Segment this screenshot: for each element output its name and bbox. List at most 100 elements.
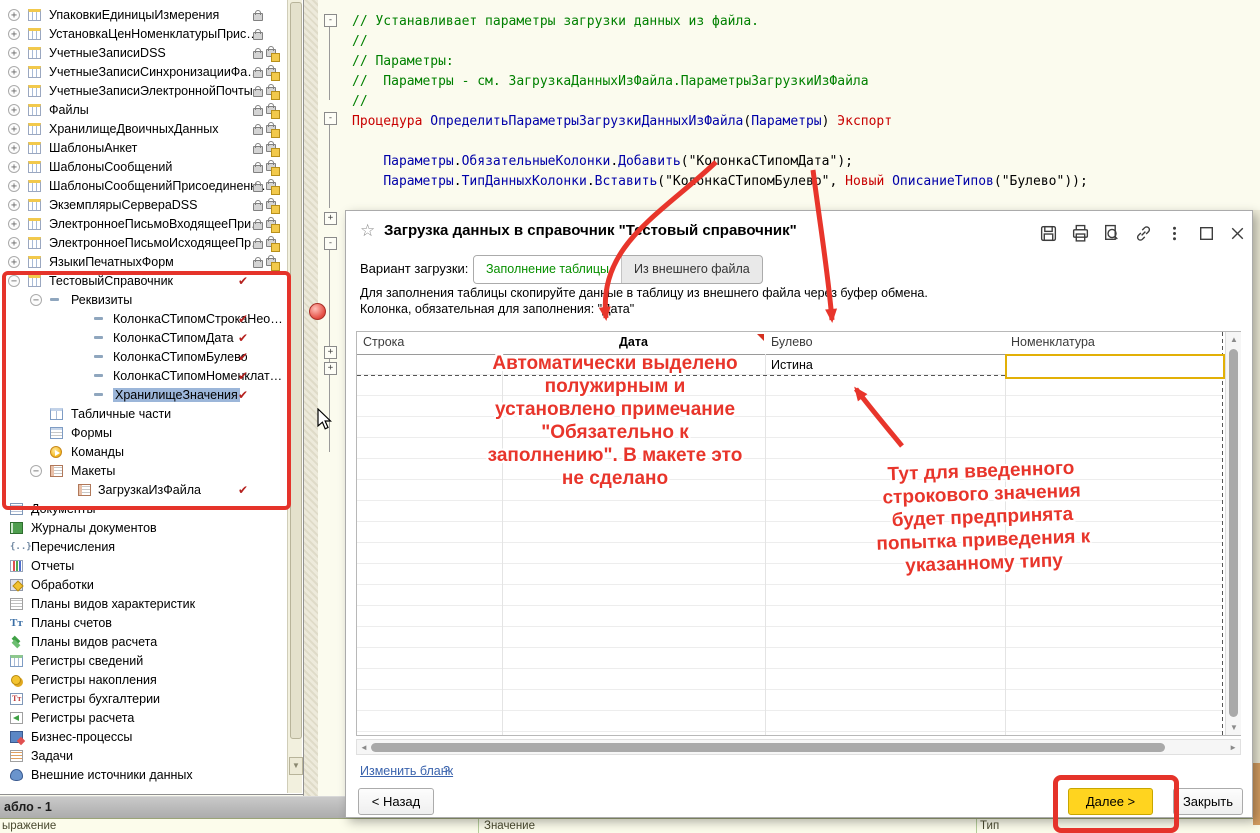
- tree-item-ЭлектронноеПисьмоИсходящееПр-[interactable]: +ЭлектронноеПисьмоИсходящееПр…: [0, 234, 303, 253]
- print-icon[interactable]: [1071, 224, 1090, 243]
- expand-icon[interactable]: +: [8, 28, 20, 40]
- tree-item-УчетныеЗаписиЭлектроннойПочты[interactable]: +УчетныеЗаписиЭлектроннойПочты: [0, 82, 303, 101]
- fold-marker-icon[interactable]: -: [324, 112, 337, 125]
- expand-icon[interactable]: +: [8, 237, 20, 249]
- tree-item-Внешние-источники-данных[interactable]: +Внешние источники данных: [0, 766, 303, 785]
- expand-icon[interactable]: +: [8, 47, 20, 59]
- tree-item-ШаблоныАнкет[interactable]: +ШаблоныАнкет: [0, 139, 303, 158]
- more-icon[interactable]: [1165, 224, 1184, 243]
- fold-marker-icon[interactable]: +: [324, 362, 337, 375]
- code-line[interactable]: [352, 132, 1252, 152]
- tree-item-label: Файлы: [49, 103, 89, 117]
- tree-item-Регистры-сведений[interactable]: +Регистры сведений: [0, 652, 303, 671]
- expand-icon[interactable]: +: [8, 180, 20, 192]
- scroll-right-icon[interactable]: ►: [1229, 743, 1237, 752]
- code-line[interactable]: //: [352, 32, 1252, 52]
- tree-item-ЭкземплярыСервераDSS[interactable]: +ЭкземплярыСервераDSS: [0, 196, 303, 215]
- table-row[interactable]: [357, 690, 1222, 711]
- tree-item-Регистры-расчета[interactable]: +Регистры расчета: [0, 709, 303, 728]
- table-horizontal-scrollbar[interactable]: ◄ ►: [356, 739, 1241, 755]
- tree-item-Регистры-бухгалтерии[interactable]: +Регистры бухгалтерии: [0, 690, 303, 709]
- tree-item-Отчеты[interactable]: +Отчеты: [0, 557, 303, 576]
- breakpoint-gutter[interactable]: [303, 0, 318, 796]
- expand-icon[interactable]: +: [8, 161, 20, 173]
- save-icon[interactable]: [1039, 224, 1058, 243]
- expand-icon[interactable]: +: [8, 199, 20, 211]
- expand-icon[interactable]: +: [8, 123, 20, 135]
- tree-item-Задачи[interactable]: +Задачи: [0, 747, 303, 766]
- breakpoint-marker[interactable]: [309, 303, 326, 320]
- fold-marker-icon[interactable]: -: [324, 14, 337, 27]
- code-line[interactable]: // Параметры - см. ЗагрузкаДанныхИзФайла…: [352, 72, 1252, 92]
- code-line[interactable]: // Параметры:: [352, 52, 1252, 72]
- tree-item-УпаковкиЕдиницыИзмерения[interactable]: +УпаковкиЕдиницыИзмерения: [0, 6, 303, 25]
- tree-item-Бизнес-процессы[interactable]: +Бизнес-процессы: [0, 728, 303, 747]
- code-token: .: [454, 174, 462, 189]
- close-icon[interactable]: [1228, 224, 1247, 243]
- table-row[interactable]: [357, 585, 1222, 606]
- tree-item-ЭлектронноеПисьмоВходящееПри-[interactable]: +ЭлектронноеПисьмоВходящееПри…: [0, 215, 303, 234]
- expand-icon[interactable]: +: [8, 9, 20, 21]
- tree-item-ХранилищеДвоичныхДанных[interactable]: +ХранилищеДвоичныхДанных: [0, 120, 303, 139]
- annotation-note-bold-required: Автоматически выделенополужирным иустано…: [420, 352, 810, 490]
- used-area-right-boundary: [1222, 332, 1223, 735]
- code-line[interactable]: Параметры.ТипДанныхКолонки.Вставить("Кол…: [352, 172, 1252, 192]
- variant-option-unselected[interactable]: Из внешнего файла: [622, 256, 762, 283]
- table-row[interactable]: [357, 627, 1222, 648]
- maximize-icon[interactable]: [1197, 224, 1216, 243]
- code-editor[interactable]: // Устанавливает параметры загрузки данн…: [352, 12, 1252, 192]
- fold-marker-icon[interactable]: +: [324, 212, 337, 225]
- close-button[interactable]: Закрыть: [1173, 788, 1243, 815]
- tree-item-Перечисления[interactable]: +Перечисления: [0, 538, 303, 557]
- table-row[interactable]: [357, 606, 1222, 627]
- table-row[interactable]: [357, 648, 1222, 669]
- expand-icon[interactable]: +: [8, 142, 20, 154]
- table-row[interactable]: [357, 711, 1222, 732]
- table-row[interactable]: [357, 669, 1222, 690]
- favorite-star-icon[interactable]: ☆: [360, 221, 375, 241]
- table-vertical-scrollbar[interactable]: ▲ ▼: [1225, 332, 1241, 735]
- tree-item-Журналы-документов[interactable]: +Журналы документов: [0, 519, 303, 538]
- tree-item-УстановкаЦенНоменклатурыПрис-[interactable]: +УстановкаЦенНоменклатурыПрис…: [0, 25, 303, 44]
- tree-item-ШаблоныСообщений[interactable]: +ШаблоныСообщений: [0, 158, 303, 177]
- lock-icon: [253, 51, 263, 59]
- preview-icon[interactable]: [1102, 224, 1121, 243]
- variant-option-selected[interactable]: Заполнение таблицы: [474, 256, 622, 283]
- edit-form-link[interactable]: Изменить бланк: [360, 764, 453, 778]
- scroll-down-icon[interactable]: ▼: [1230, 723, 1238, 732]
- help-link[interactable]: ?: [443, 764, 450, 778]
- tree-item-УчетныеЗаписиСинхронизацииФа-[interactable]: +УчетныеЗаписиСинхронизацииФа…: [0, 63, 303, 82]
- back-button[interactable]: < Назад: [358, 788, 434, 815]
- tree-scrollbar-thumb[interactable]: [290, 2, 302, 739]
- code-line[interactable]: // Устанавливает параметры загрузки данн…: [352, 12, 1252, 32]
- tree-item-ЯзыкиПечатныхФорм[interactable]: +ЯзыкиПечатныхФорм: [0, 253, 303, 272]
- code-token: //: [352, 94, 368, 109]
- expand-icon[interactable]: +: [8, 256, 20, 268]
- tree-item-Планы-видов-характеристик[interactable]: +Планы видов характеристик: [0, 595, 303, 614]
- expand-icon[interactable]: +: [8, 66, 20, 78]
- table-vscroll-thumb[interactable]: [1229, 349, 1238, 717]
- code-line[interactable]: Процедура ОпределитьПараметрыЗагрузкиДан…: [352, 112, 1252, 132]
- expand-icon[interactable]: +: [8, 218, 20, 230]
- scroll-up-icon[interactable]: ▲: [1230, 335, 1238, 344]
- tree-item-УчетныеЗаписиDSS[interactable]: +УчетныеЗаписиDSS: [0, 44, 303, 63]
- tree-item-ШаблоныСообщенийПрисоединенн-[interactable]: +ШаблоныСообщенийПрисоединенн…: [0, 177, 303, 196]
- fold-line: [329, 124, 330, 208]
- code-token: );: [837, 154, 853, 169]
- code-line[interactable]: Параметры.ОбязательныеКолонки.Добавить("…: [352, 152, 1252, 172]
- fold-marker-icon[interactable]: -: [324, 237, 337, 250]
- tree-item-Обработки[interactable]: +Обработки: [0, 576, 303, 595]
- scroll-left-icon[interactable]: ◄: [360, 743, 368, 752]
- fold-marker-icon[interactable]: +: [324, 346, 337, 359]
- table-hscroll-thumb[interactable]: [371, 743, 1165, 752]
- expand-icon[interactable]: +: [8, 85, 20, 97]
- tree-item-Планы-видов-расчета[interactable]: +Планы видов расчета: [0, 633, 303, 652]
- selected-cell[interactable]: [1005, 354, 1225, 379]
- link-icon[interactable]: [1134, 224, 1153, 243]
- tree-item-Файлы[interactable]: + Файлы: [0, 101, 303, 120]
- tree-item-Регистры-накопления[interactable]: +Регистры накопления: [0, 671, 303, 690]
- tree-item-Планы-счетов[interactable]: +Планы счетов: [0, 614, 303, 633]
- code-line[interactable]: //: [352, 92, 1252, 112]
- tree-scrollbar-down-icon[interactable]: ▼: [289, 757, 303, 775]
- expand-icon[interactable]: +: [8, 104, 20, 116]
